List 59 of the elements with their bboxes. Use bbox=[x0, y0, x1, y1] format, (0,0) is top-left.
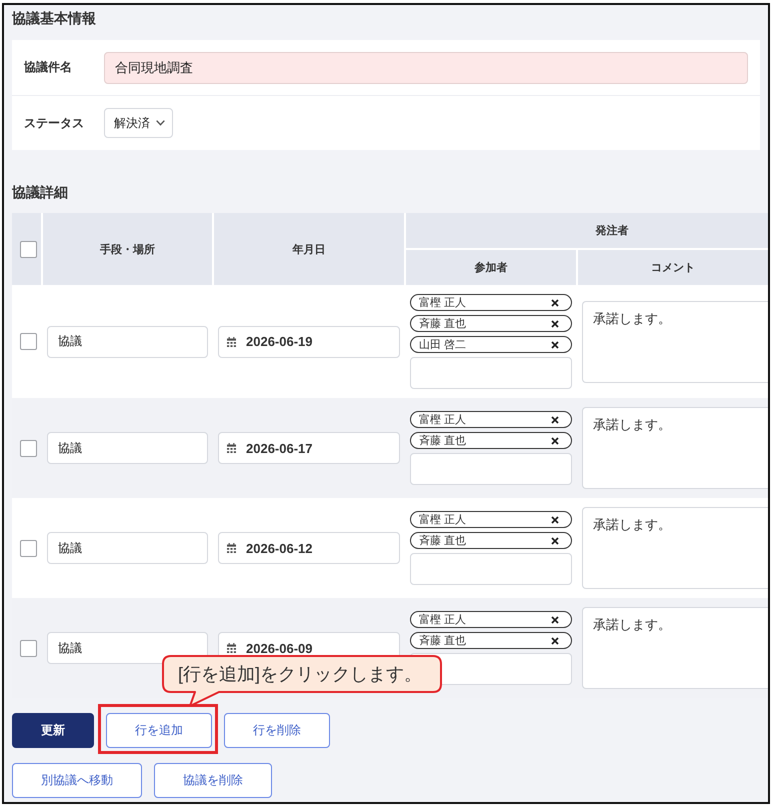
action-button[interactable]: 協議を削除 bbox=[154, 763, 272, 798]
status-select[interactable]: 解決済 bbox=[104, 108, 173, 138]
column-header: 手段・場所 bbox=[42, 213, 213, 285]
comment-field[interactable]: 承諾します。 bbox=[582, 607, 768, 689]
text-field[interactable]: 協議 bbox=[47, 532, 208, 564]
field-label: 協議件名 bbox=[24, 59, 73, 76]
section-title: 協議基本情報 bbox=[12, 9, 97, 28]
participant-name: 富樫 正人 bbox=[419, 412, 466, 426]
participant-input[interactable] bbox=[410, 553, 572, 585]
column-header: 参加者 bbox=[405, 249, 577, 285]
close-icon[interactable] bbox=[551, 616, 559, 624]
participant-name: 富樫 正人 bbox=[419, 512, 466, 526]
action-button[interactable]: 行を追加 bbox=[106, 713, 212, 748]
participant-name: 斉藤 直也 bbox=[419, 434, 466, 448]
action-button[interactable]: 別協議へ移動 bbox=[12, 763, 142, 798]
close-icon[interactable] bbox=[551, 516, 559, 524]
close-icon[interactable] bbox=[551, 536, 559, 544]
action-button[interactable]: 更新 bbox=[12, 713, 94, 748]
participant-input[interactable] bbox=[410, 357, 572, 389]
close-icon[interactable] bbox=[551, 320, 559, 328]
comment-field[interactable]: 承諾します。 bbox=[582, 300, 768, 382]
participant-name: 斉藤 直也 bbox=[419, 534, 466, 548]
text-field[interactable]: 協議 bbox=[47, 632, 208, 664]
calendar-icon bbox=[227, 443, 236, 453]
callout-tooltip: [行を追加]をクリックします。 bbox=[162, 655, 442, 707]
checkbox[interactable] bbox=[20, 540, 37, 556]
text-field[interactable]: 合同現地調査 bbox=[104, 52, 748, 84]
date-field[interactable]: 2026-06-12 bbox=[218, 532, 400, 564]
column-header: 年月日 bbox=[213, 213, 405, 285]
checkbox[interactable] bbox=[20, 440, 37, 456]
participant-name: 山田 啓二 bbox=[419, 338, 466, 352]
participant-name: 富樫 正人 bbox=[419, 296, 466, 310]
participant-input[interactable] bbox=[410, 453, 572, 485]
close-icon[interactable] bbox=[551, 636, 559, 644]
calendar-icon bbox=[227, 543, 236, 553]
close-icon[interactable] bbox=[551, 340, 559, 348]
comment-field[interactable]: 承諾します。 bbox=[582, 407, 768, 489]
close-icon[interactable] bbox=[551, 298, 559, 306]
close-icon[interactable] bbox=[551, 436, 559, 444]
checkbox[interactable] bbox=[20, 240, 37, 258]
text-field[interactable]: 協議 bbox=[47, 326, 208, 358]
close-icon[interactable] bbox=[551, 416, 559, 424]
date-field[interactable]: 2026-06-19 bbox=[218, 326, 400, 358]
chevron-icon bbox=[156, 120, 165, 126]
calendar-icon bbox=[227, 336, 236, 346]
field-label: ステータス bbox=[24, 114, 85, 132]
date-field[interactable]: 2026-06-17 bbox=[218, 432, 400, 464]
checkbox[interactable] bbox=[20, 333, 37, 350]
comment-field[interactable]: 承諾します。 bbox=[582, 507, 768, 589]
text-field[interactable]: 協議 bbox=[47, 432, 208, 464]
participant-name: 富樫 正人 bbox=[419, 612, 466, 626]
participant-name: 斉藤 直也 bbox=[419, 316, 466, 330]
action-button[interactable]: 行を削除 bbox=[224, 713, 330, 748]
participant-name: 斉藤 直也 bbox=[419, 634, 466, 648]
checkbox[interactable] bbox=[20, 640, 37, 656]
section-title: 協議詳細 bbox=[12, 183, 69, 202]
column-header: コメント bbox=[577, 249, 768, 285]
calendar-icon bbox=[227, 643, 236, 653]
column-header: 発注者 bbox=[405, 213, 768, 249]
